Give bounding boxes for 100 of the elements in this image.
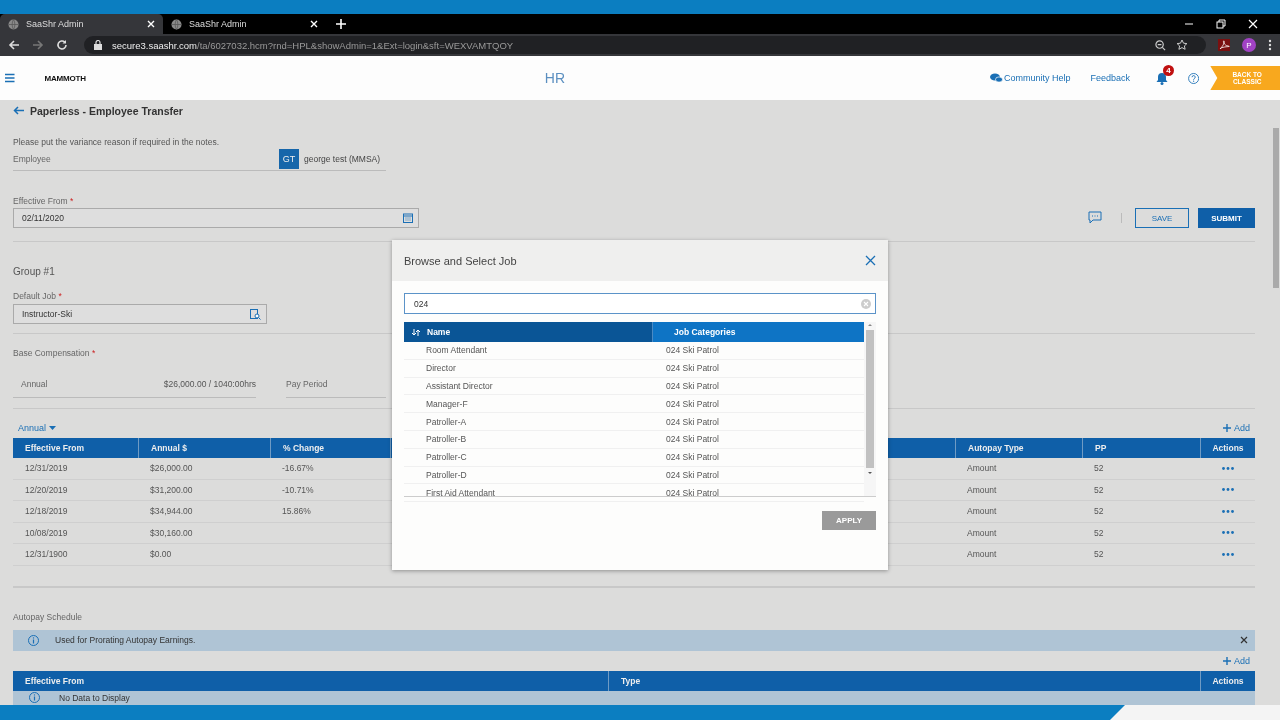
star-icon[interactable] (1176, 39, 1188, 51)
feedback-link[interactable]: Feedback (1090, 73, 1131, 83)
restore-icon[interactable] (1216, 19, 1226, 29)
table-cell: 12/31/2019 (25, 463, 68, 474)
column-header[interactable]: Annual $ (138, 438, 270, 458)
job-row[interactable]: Patroller-D 024 Ski Patrol (404, 466, 864, 485)
column-header[interactable]: Effective From (13, 670, 608, 691)
field-label: Base Compensation (13, 348, 90, 358)
info-text: Used for Prorating Autopay Earnings. (55, 635, 196, 645)
lock-icon (94, 40, 102, 50)
employee-name: george test (MMSA) (304, 154, 382, 164)
globe-icon (8, 18, 19, 30)
table-cell: 15.86% (282, 506, 311, 517)
reload-icon[interactable] (56, 39, 68, 51)
more-actions-icon[interactable] (1221, 488, 1234, 492)
job-row[interactable]: Manager-F 024 Ski Patrol (404, 395, 864, 414)
menu-icon[interactable] (5, 73, 15, 83)
required-mark: * (70, 196, 74, 206)
add-link[interactable]: Add (1223, 423, 1250, 433)
column-header[interactable]: PP (1082, 438, 1200, 458)
comment-icon[interactable] (1088, 211, 1102, 224)
job-row[interactable]: Room Attendant 024 Ski Patrol (404, 342, 864, 360)
field-label: Annual (21, 379, 48, 389)
community-help-link[interactable]: Community Help (990, 73, 1071, 83)
save-button[interactable]: SAVE (1135, 208, 1189, 228)
column-header[interactable]: Name (404, 322, 653, 342)
forward-arrow-icon[interactable] (32, 39, 44, 51)
job-field[interactable]: Instructor-Ski (13, 304, 267, 324)
browser-tab[interactable]: SaaShr Admin (0, 14, 163, 34)
table-cell: 12/20/2019 (25, 484, 68, 495)
back-arrow-icon[interactable] (13, 106, 24, 115)
table-cell: $34,944.00 (150, 506, 193, 517)
date-field[interactable]: 02/11/2020 (13, 208, 419, 228)
more-actions-icon[interactable] (1221, 509, 1234, 513)
column-header[interactable]: Actions (1200, 670, 1255, 691)
table-cell: 52 (1094, 506, 1104, 517)
table-cell: 52 (1094, 484, 1104, 495)
help-icon[interactable] (1188, 71, 1200, 85)
field-label: Effective From (13, 196, 68, 206)
scroll-down-icon[interactable] (868, 472, 872, 474)
column-header[interactable]: Effective From (13, 438, 138, 458)
close-icon[interactable] (1240, 636, 1248, 644)
table-cell: 52 (1094, 463, 1104, 474)
bell-icon[interactable] (1156, 71, 1169, 85)
more-actions-icon[interactable] (1221, 466, 1234, 470)
scroll-up-icon[interactable] (868, 324, 872, 326)
field-value: $26,000.00 / 1040:00hrs (163, 379, 256, 389)
more-vertical-icon[interactable] (1268, 39, 1272, 51)
lookup-icon[interactable] (250, 308, 261, 320)
add-link[interactable]: Add (1223, 655, 1250, 666)
table-cell: 12/31/1900 (25, 549, 68, 560)
column-header[interactable]: % Change (270, 438, 390, 458)
field-label: Default Job (13, 291, 56, 301)
more-actions-icon[interactable] (1221, 531, 1234, 535)
table-cell: $26,000.00 (150, 463, 193, 474)
job-row[interactable]: First Aid Attendant 024 Ski Patrol (404, 484, 864, 503)
sort-icon (412, 328, 420, 336)
frequency-dropdown[interactable]: Annual (18, 423, 57, 433)
required-mark: * (58, 291, 62, 301)
plus-icon (1223, 424, 1231, 432)
job-row[interactable]: Patroller-A 024 Ski Patrol (404, 413, 864, 431)
table-cell: Amount (967, 463, 997, 474)
submit-button[interactable]: SUBMIT (1198, 208, 1255, 228)
required-mark: * (91, 348, 96, 358)
zoom-out-icon[interactable] (1155, 39, 1166, 51)
table-cell: $31,200.00 (150, 484, 193, 495)
field-label: Pay Period (286, 379, 328, 389)
browser-tab[interactable]: SaaShr Admin (163, 14, 326, 34)
plus-icon (1223, 656, 1231, 665)
calendar-icon[interactable] (403, 213, 413, 223)
field-label: Employee (13, 154, 52, 164)
table-cell: 10/08/2019 (25, 527, 68, 538)
info-icon (28, 634, 39, 646)
column-header[interactable]: Actions (1200, 438, 1255, 458)
job-row[interactable]: Assistant Director 024 Ski Patrol (404, 377, 864, 396)
job-row[interactable]: Patroller-C 024 Ski Patrol (404, 448, 864, 467)
table-cell: Amount (967, 549, 997, 560)
column-header[interactable]: Autopay Type (955, 438, 1082, 458)
logo: MAMMOTH (44, 73, 86, 83)
column-header[interactable]: Job Categories (653, 322, 864, 342)
column-header[interactable]: Type (608, 670, 1200, 691)
pdf-extension-icon[interactable] (1218, 39, 1230, 51)
section-title: Autopay Schedule (13, 611, 83, 622)
table-cell: 12/18/2019 (25, 506, 68, 517)
address-field[interactable]: secure3.saashr.com/ta/6027032.hcm?rnd=HPL&showAdmin=1&Ext=login&sft=WEXVAMTQOY (84, 36, 1206, 54)
job-row[interactable]: Director 024 Ski Patrol (404, 359, 864, 378)
info-icon (29, 692, 40, 703)
more-actions-icon[interactable] (1221, 552, 1234, 556)
employee-avatar: GT (279, 149, 299, 169)
chat-bubbles-icon (990, 73, 1003, 83)
page-title: Paperless - Employee Transfer (30, 104, 183, 117)
table-cell: Amount (967, 484, 997, 495)
search-field[interactable]: 024 (404, 293, 876, 314)
scrollbar[interactable] (864, 322, 876, 496)
profile-avatar[interactable]: P (1242, 38, 1256, 52)
table-cell: $30,160.00 (150, 527, 193, 538)
plus-icon[interactable] (336, 19, 346, 29)
empty-message: No Data to Display (59, 692, 130, 703)
table-cell: Amount (967, 527, 997, 538)
job-row[interactable]: Patroller-B 024 Ski Patrol (404, 431, 864, 449)
